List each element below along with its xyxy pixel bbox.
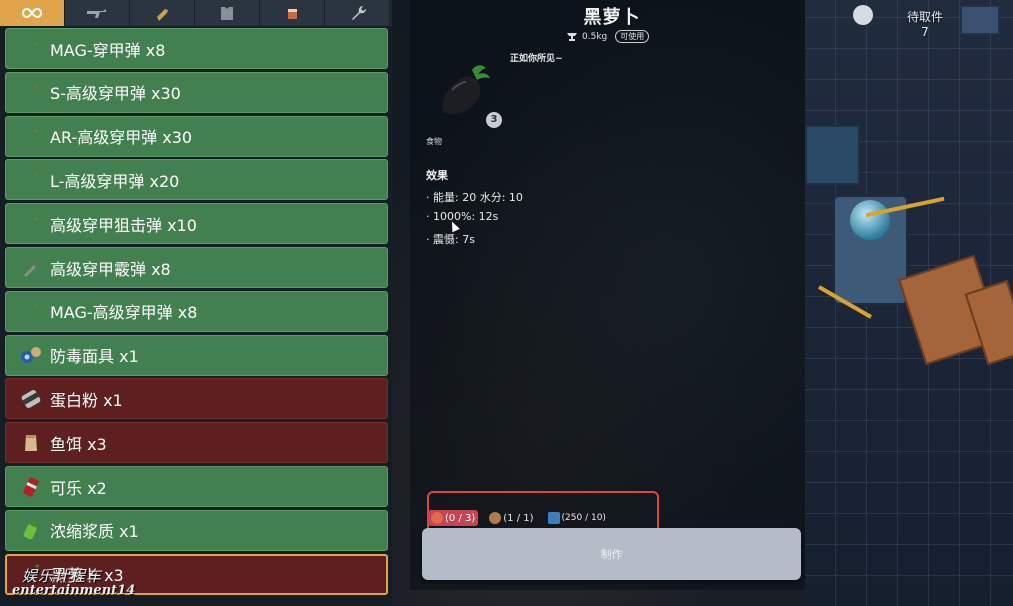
inventory-item[interactable]: L-高级穿甲弹 x20	[5, 159, 388, 201]
inventory-item[interactable]: 高级穿甲霰弹 x8	[5, 247, 388, 288]
gas-mask-icon	[18, 342, 44, 368]
effects-title: 效果	[426, 169, 448, 182]
item-title: 黑萝卜	[583, 7, 641, 28]
inventory-item[interactable]: 防毒面具 x1	[5, 334, 388, 376]
protein-can-icon	[18, 386, 44, 412]
effect-line: · 能量: 20 水分: 10	[426, 191, 523, 204]
bullet-icon	[18, 123, 44, 149]
inventory-item-label: 浓缩浆质 x1	[50, 522, 139, 542]
watermark-latin: entertainment14	[12, 583, 136, 598]
green-bottle-icon	[18, 517, 44, 543]
requirement-energy: (250 / 10)	[545, 510, 609, 526]
food-icon	[288, 9, 297, 19]
crafting-requirements: (0 / 3) (1 / 1) (250 / 10)	[428, 510, 609, 526]
requirement-meat: (0 / 3)	[428, 510, 479, 526]
inventory-item-label: MAG-穿甲弹 x8	[50, 40, 166, 60]
inventory-item-label: 可乐 x2	[50, 478, 107, 498]
effect-line: · 震慑: 7s	[426, 233, 475, 246]
tab-tools[interactable]	[325, 0, 390, 26]
bullet-icon	[18, 36, 44, 62]
inventory-item-label: MAG-高级穿甲弹 x8	[50, 303, 198, 323]
inventory-item-label: S-高级穿甲弹 x30	[50, 84, 181, 104]
inventory-item[interactable]: 浓缩浆质 x1	[5, 509, 388, 551]
effect-line: · 1000%: 12s	[426, 210, 499, 223]
inventory-item[interactable]: 鱼饵 x3	[5, 422, 388, 464]
energy-icon	[547, 512, 560, 524]
item-category: 食物	[426, 137, 442, 146]
tab-armor[interactable]	[195, 0, 260, 26]
black-carrot-icon	[442, 65, 490, 115]
crate	[960, 5, 1000, 35]
wall-panel	[805, 125, 860, 185]
inventory-item[interactable]: 蛋白粉 x1	[5, 378, 388, 420]
inventory-item-label: AR-高级穿甲弹 x30	[50, 128, 193, 148]
bait-bag-icon	[18, 430, 44, 456]
inventory-item-label: 高级穿甲狙击弹 x10	[50, 215, 197, 235]
bullet-icon	[18, 79, 44, 105]
item-flavor-text: 正如你所见~	[510, 54, 563, 64]
inventory-item[interactable]: AR-高级穿甲弹 x30	[5, 115, 388, 157]
inventory-item-label: L-高级穿甲弹 x20	[50, 171, 180, 191]
inventory-item-label: 蛋白粉 x1	[50, 390, 123, 410]
machine-dome	[850, 200, 890, 240]
inventory-item[interactable]: MAG-高级穿甲弹 x8	[5, 290, 388, 332]
inventory-item[interactable]: 可乐 x2	[5, 466, 388, 507]
inventory-item[interactable]: MAG-穿甲弹 x8	[5, 28, 388, 69]
inventory-item[interactable]: S-高级穿甲弹 x30	[5, 71, 388, 113]
item-weight: 0.5kg	[582, 31, 608, 42]
requirement-count: (250 / 10)	[561, 513, 606, 523]
requirement-count: (1 / 1)	[503, 512, 534, 524]
item-count-badge: 3	[486, 112, 502, 128]
worker-figure	[853, 5, 873, 25]
cola-can-icon	[18, 474, 44, 500]
inventory-item-label: 鱼饵 x3	[50, 434, 107, 454]
category-tabs	[0, 0, 392, 26]
wrench-icon	[352, 6, 366, 20]
tab-all[interactable]	[0, 0, 65, 26]
ore-icon	[489, 512, 502, 524]
watermark: 娱乐计程车 entertainment14	[12, 565, 135, 598]
shell-icon	[18, 255, 44, 281]
bullet-icon	[18, 298, 44, 324]
bullet-icon	[18, 167, 44, 193]
inventory-item-label: 高级穿甲霰弹 x8	[50, 259, 171, 279]
requirement-count: (0 / 3)	[445, 512, 476, 524]
bullet-icon	[157, 9, 168, 21]
tab-weapons[interactable]	[65, 0, 130, 26]
vest-icon	[221, 7, 233, 20]
meat-icon	[431, 512, 443, 524]
tab-ammo[interactable]	[130, 0, 195, 26]
requirement-ore: (1 / 1)	[486, 510, 536, 526]
anvil-icon	[567, 32, 577, 41]
bullet-icon	[18, 211, 44, 237]
inventory-item[interactable]: 高级穿甲狙击弹 x10	[5, 203, 388, 245]
craft-button[interactable]: 制作	[422, 528, 801, 580]
usable-badge: 可使用	[615, 30, 650, 43]
infinity-icon	[21, 7, 43, 19]
tab-consumables[interactable]	[260, 0, 325, 26]
game-world-view	[805, 0, 1013, 606]
pending-pickup-label: 待取件 7	[906, 10, 943, 39]
inventory-item-label: 防毒面具 x1	[50, 347, 139, 367]
weight-row: 0.5kg 可使用	[566, 30, 650, 43]
inventory-panel: MAG-穿甲弹 x8 S-高级穿甲弹 x30 AR-高级穿甲弹 x30 L-高级穿甲弹…	[0, 0, 392, 606]
rifle-icon	[87, 9, 106, 18]
